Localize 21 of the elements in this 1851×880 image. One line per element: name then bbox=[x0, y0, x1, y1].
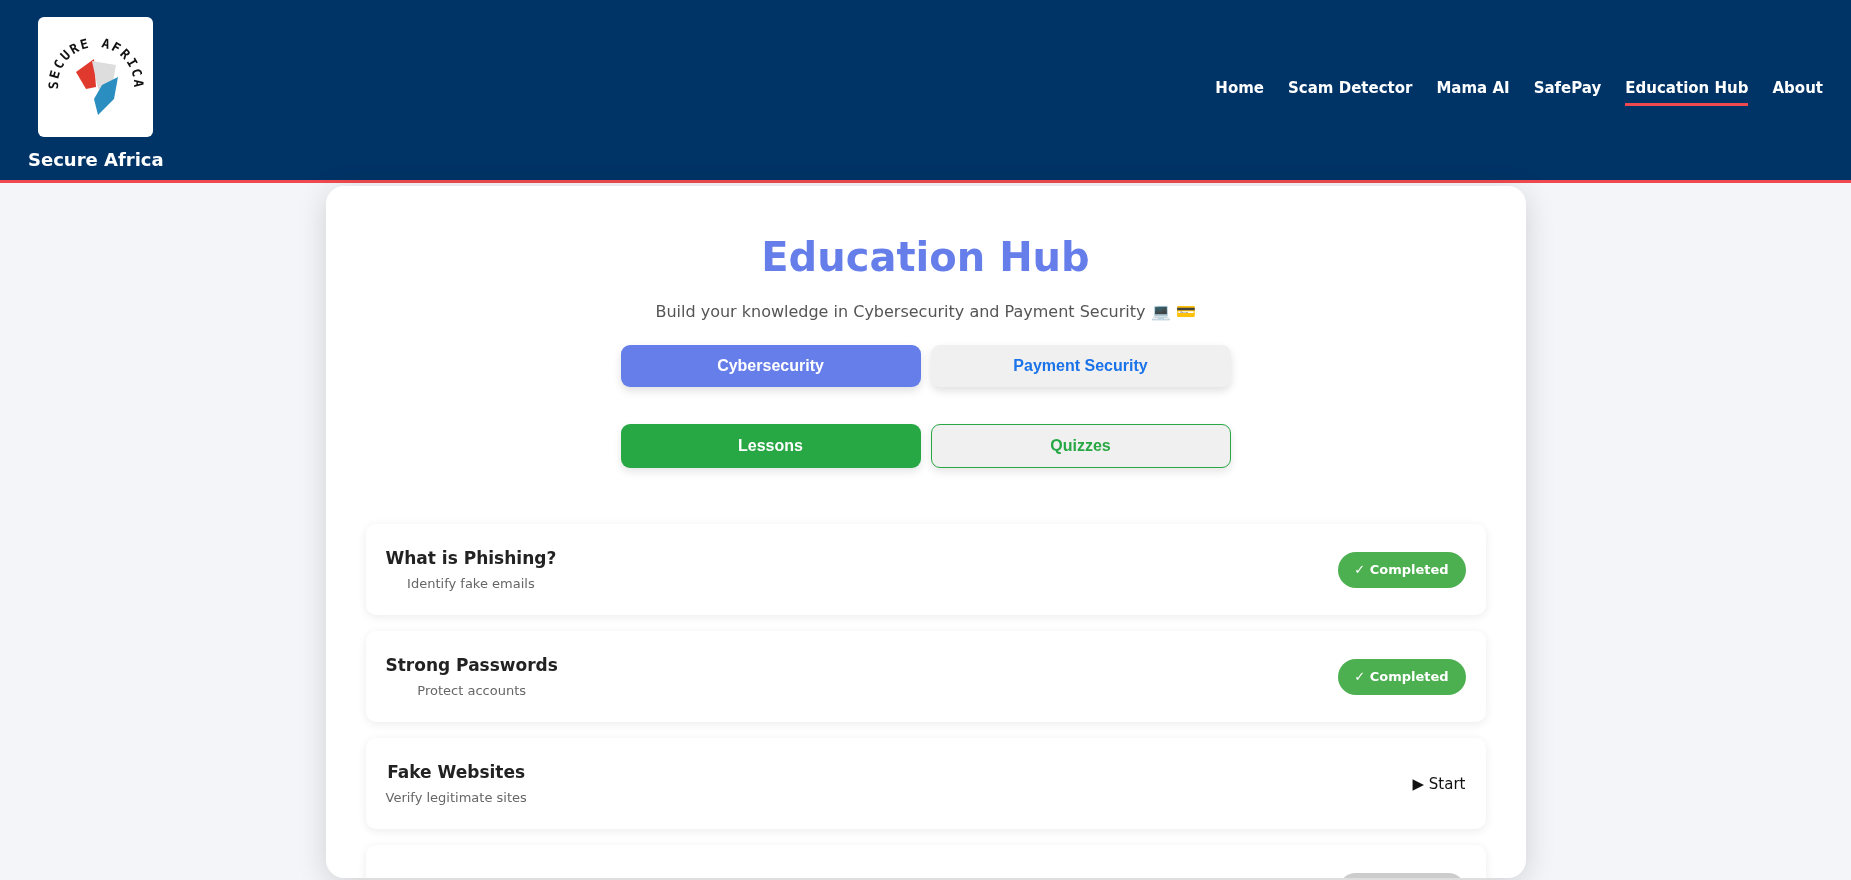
lesson-description: Protect accounts bbox=[417, 683, 527, 698]
lesson-title: Fake Websites bbox=[387, 762, 526, 782]
nav-link[interactable]: Scam Detector bbox=[1288, 78, 1413, 106]
lesson-title: What is Phishing? bbox=[385, 548, 557, 568]
topic-tab[interactable]: Cybersecurity bbox=[620, 345, 921, 387]
brand-name: Secure Africa bbox=[28, 148, 164, 170]
nav-link[interactable]: Education Hub bbox=[1625, 78, 1749, 106]
page-subtitle: Build your knowledge in Cybersecurity and Payment Security 💻 💳 bbox=[655, 302, 1196, 321]
nav-link[interactable]: Mama AI bbox=[1436, 78, 1510, 106]
lesson-description: Identify fake emails bbox=[407, 576, 535, 591]
topic-tab[interactable]: Payment Security bbox=[930, 345, 1231, 387]
lesson-description: Verify legitimate sites bbox=[385, 790, 527, 805]
lesson-card[interactable]: Strong Passwords Protect accounts ✓ Completed bbox=[365, 631, 1486, 722]
lesson-card[interactable]: Fake Websites Verify legitimate sites ▶ Start bbox=[365, 738, 1486, 829]
lesson-card[interactable]: What is Phishing? Identify fake emails ✓ Completed bbox=[365, 524, 1486, 615]
start-button[interactable]: ▶ Start bbox=[1412, 774, 1466, 793]
nav-link[interactable]: About bbox=[1772, 78, 1823, 106]
page-title: Education Hub bbox=[761, 234, 1090, 280]
nav-link[interactable]: SafePay bbox=[1533, 78, 1602, 106]
lesson-title: Strong Passwords bbox=[385, 655, 558, 675]
nav-link[interactable]: Home bbox=[1215, 78, 1265, 106]
